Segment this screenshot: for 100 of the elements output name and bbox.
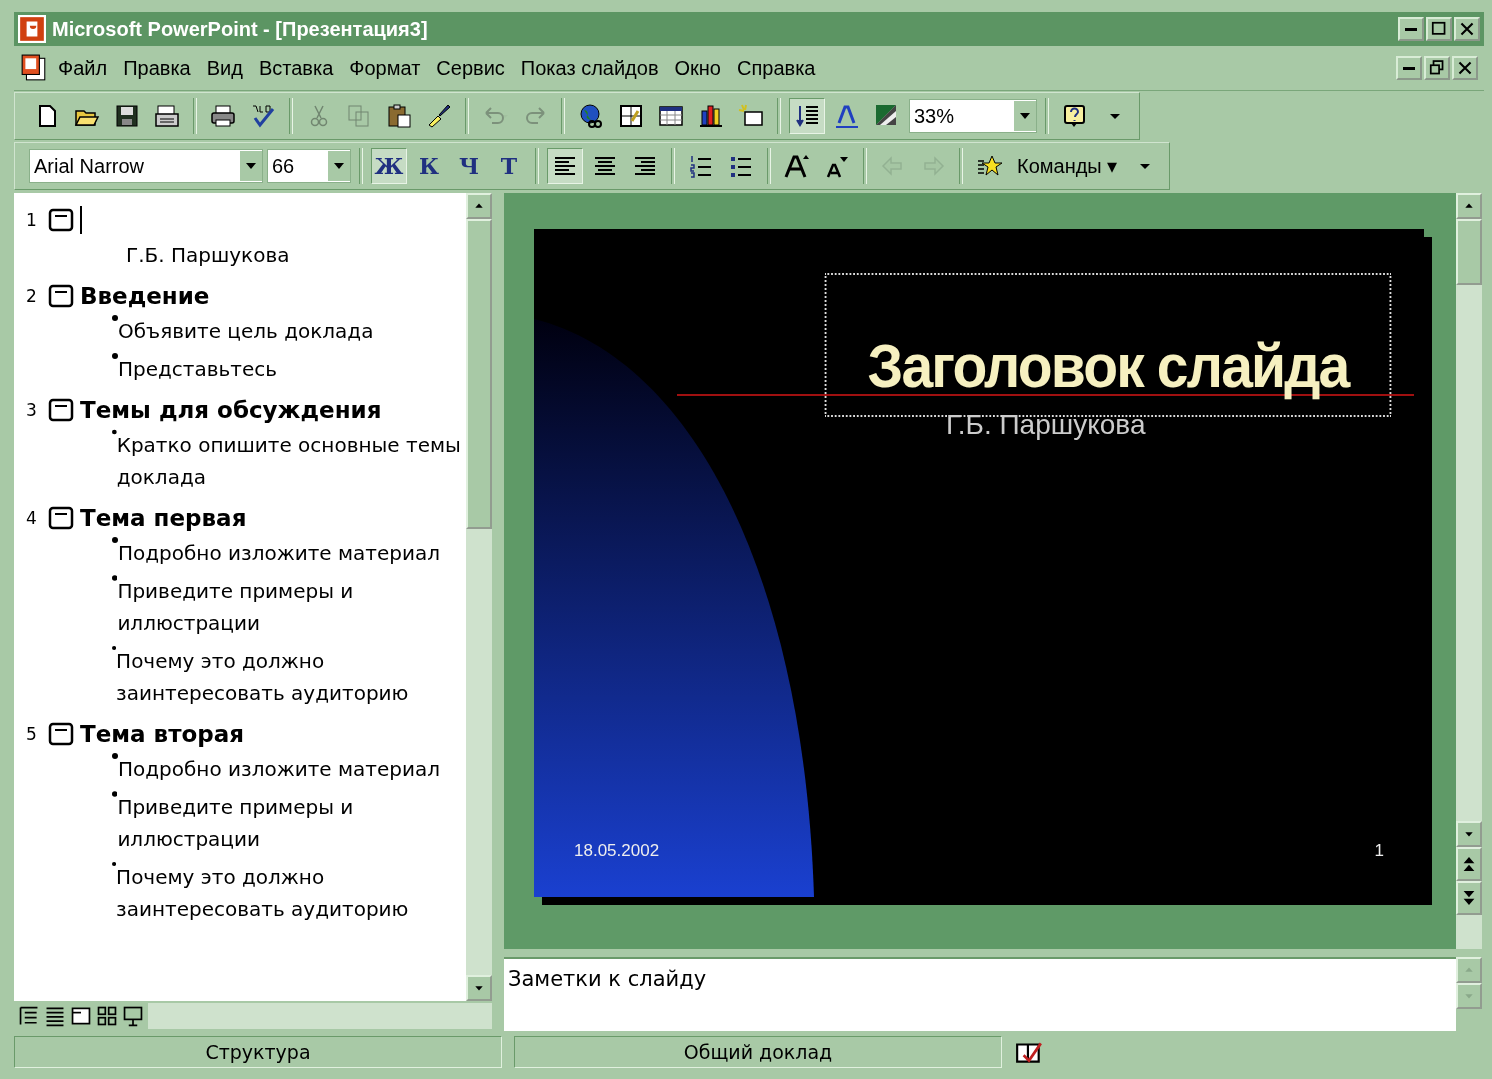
status-view: Структура bbox=[14, 1036, 502, 1068]
maximize-icon bbox=[1430, 20, 1448, 38]
globe-icon bbox=[578, 103, 604, 129]
bullet-text[interactable]: Подробно изложите материал bbox=[118, 753, 441, 785]
numbered-list-icon bbox=[688, 153, 714, 179]
slide-title[interactable]: Введение bbox=[80, 283, 210, 309]
dropdown-field[interactable]: 33% bbox=[909, 99, 1037, 133]
spell-check-icon bbox=[250, 103, 276, 129]
menu-item[interactable]: Формат bbox=[343, 52, 427, 84]
minimize-button[interactable] bbox=[1398, 17, 1424, 41]
slide-icon bbox=[48, 721, 74, 747]
toolbar-button[interactable] bbox=[789, 98, 825, 134]
close-button[interactable] bbox=[1452, 56, 1478, 80]
format-button[interactable]: К bbox=[411, 148, 447, 184]
bullet-icon bbox=[112, 645, 117, 651]
menu-item[interactable]: Показ слайдов bbox=[514, 52, 665, 84]
scrollbar-thumb[interactable] bbox=[1456, 219, 1482, 285]
subtitle-text[interactable]: Г.Б. Паршукова bbox=[126, 239, 290, 271]
document-icon bbox=[20, 54, 48, 82]
printer-icon bbox=[210, 103, 236, 129]
help-icon bbox=[1062, 103, 1088, 129]
commands-menu-button[interactable]: Команды ▾ bbox=[1011, 154, 1124, 178]
menu-item[interactable]: Справка bbox=[731, 52, 822, 84]
envelope-icon bbox=[154, 103, 180, 129]
outline-view-icon bbox=[18, 1005, 40, 1027]
slide-number: 1 bbox=[1374, 841, 1384, 861]
bullet-text[interactable]: Приведите примеры и иллюстрации bbox=[117, 791, 462, 855]
close-button[interactable] bbox=[1454, 17, 1480, 41]
app-icon bbox=[18, 15, 46, 43]
slideshow-view-icon bbox=[122, 1005, 144, 1027]
slide-title[interactable]: Тема первая bbox=[80, 505, 247, 531]
table-icon bbox=[658, 103, 684, 129]
dropdown-arrow-icon bbox=[334, 163, 344, 169]
slide-number: 2 bbox=[26, 286, 38, 306]
slide-number: 5 bbox=[26, 724, 38, 744]
bullet-icon bbox=[112, 575, 118, 581]
slide-title[interactable]: Тема вторая bbox=[80, 721, 245, 747]
menu-item[interactable]: Правка bbox=[117, 52, 197, 84]
slide-number: 1 bbox=[26, 210, 38, 230]
dropdown-field[interactable]: Arial Narrow bbox=[29, 149, 263, 183]
dropdown-field[interactable]: 66 bbox=[267, 149, 351, 183]
menu-item[interactable]: Вставка bbox=[252, 52, 340, 84]
clipboard-icon bbox=[386, 103, 412, 129]
menu-item[interactable]: Вид bbox=[200, 52, 249, 84]
bullet-text[interactable]: Подробно изложите материал bbox=[118, 537, 441, 569]
menu-item[interactable]: Файл bbox=[52, 52, 114, 84]
scrollbar[interactable] bbox=[1456, 193, 1482, 949]
table-drawing-icon bbox=[618, 103, 644, 129]
slide-icon bbox=[48, 505, 74, 531]
text-color-icon bbox=[834, 103, 860, 129]
minimize-icon bbox=[1403, 66, 1415, 70]
menu-item[interactable]: Окно bbox=[668, 52, 727, 84]
slide-date: 18.05.2002 bbox=[574, 841, 660, 861]
format-button[interactable]: Ж bbox=[371, 148, 407, 184]
bullet-text[interactable]: Представьтесь bbox=[118, 353, 278, 385]
bullet-icon bbox=[112, 861, 117, 867]
bullet-text[interactable]: Почему это должно заинтересовать аудиторию bbox=[116, 645, 462, 709]
close-icon bbox=[1456, 59, 1474, 77]
bullet-icon bbox=[112, 537, 118, 543]
slide-number: 4 bbox=[26, 508, 38, 528]
slide-icon bbox=[48, 397, 74, 423]
scrollbar[interactable] bbox=[466, 193, 492, 1001]
paintbrush-icon bbox=[426, 103, 452, 129]
scrollbar[interactable] bbox=[1456, 957, 1482, 1009]
bullet-icon bbox=[112, 753, 118, 759]
bullet-text[interactable]: Объявите цель доклада bbox=[118, 315, 374, 347]
bullet-icon bbox=[112, 429, 117, 435]
overflow-chevron-icon bbox=[1140, 163, 1151, 169]
slide-title[interactable]: Темы для обсуждения bbox=[80, 397, 382, 423]
restore-button[interactable] bbox=[1424, 56, 1450, 80]
horizontal-scrollbar[interactable] bbox=[148, 1003, 492, 1029]
list-view-icon bbox=[44, 1005, 66, 1027]
bar-chart-icon bbox=[698, 103, 724, 129]
window-title: Microsoft PowerPoint - [Презентация3] bbox=[52, 17, 429, 41]
bullet-icon bbox=[112, 353, 118, 359]
minimize-icon bbox=[1405, 27, 1417, 31]
overflow-chevron-icon bbox=[1110, 113, 1120, 119]
restore-icon bbox=[1428, 59, 1446, 77]
scrollbar-thumb[interactable] bbox=[466, 219, 492, 529]
increase-font-icon bbox=[784, 153, 810, 179]
bullet-text[interactable]: Кратко опишите основные темы доклада bbox=[116, 429, 462, 493]
format-button[interactable]: Т bbox=[491, 148, 527, 184]
slide-view-icon bbox=[70, 1005, 92, 1027]
expand-text-icon bbox=[794, 103, 820, 129]
format-button[interactable]: Ч bbox=[451, 148, 487, 184]
minimize-button[interactable] bbox=[1396, 56, 1422, 80]
bullet-text[interactable]: Приведите примеры и иллюстрации bbox=[117, 575, 462, 639]
slide-icon bbox=[48, 207, 74, 233]
maximize-button[interactable] bbox=[1426, 17, 1452, 41]
bullet-icon bbox=[112, 791, 118, 797]
copy-icon bbox=[346, 103, 372, 129]
dropdown-arrow-icon bbox=[246, 163, 256, 169]
dropdown-arrow-icon bbox=[1020, 113, 1030, 119]
slide-number: 3 bbox=[26, 400, 38, 420]
status-design: Общий доклад bbox=[514, 1036, 1002, 1068]
toolbar-button[interactable] bbox=[547, 148, 583, 184]
sorter-view-icon bbox=[96, 1005, 118, 1027]
menu-item[interactable]: Сервис bbox=[430, 52, 511, 84]
bullet-text[interactable]: Почему это должно заинтересовать аудиторию bbox=[116, 861, 462, 925]
close-icon bbox=[1458, 20, 1476, 38]
